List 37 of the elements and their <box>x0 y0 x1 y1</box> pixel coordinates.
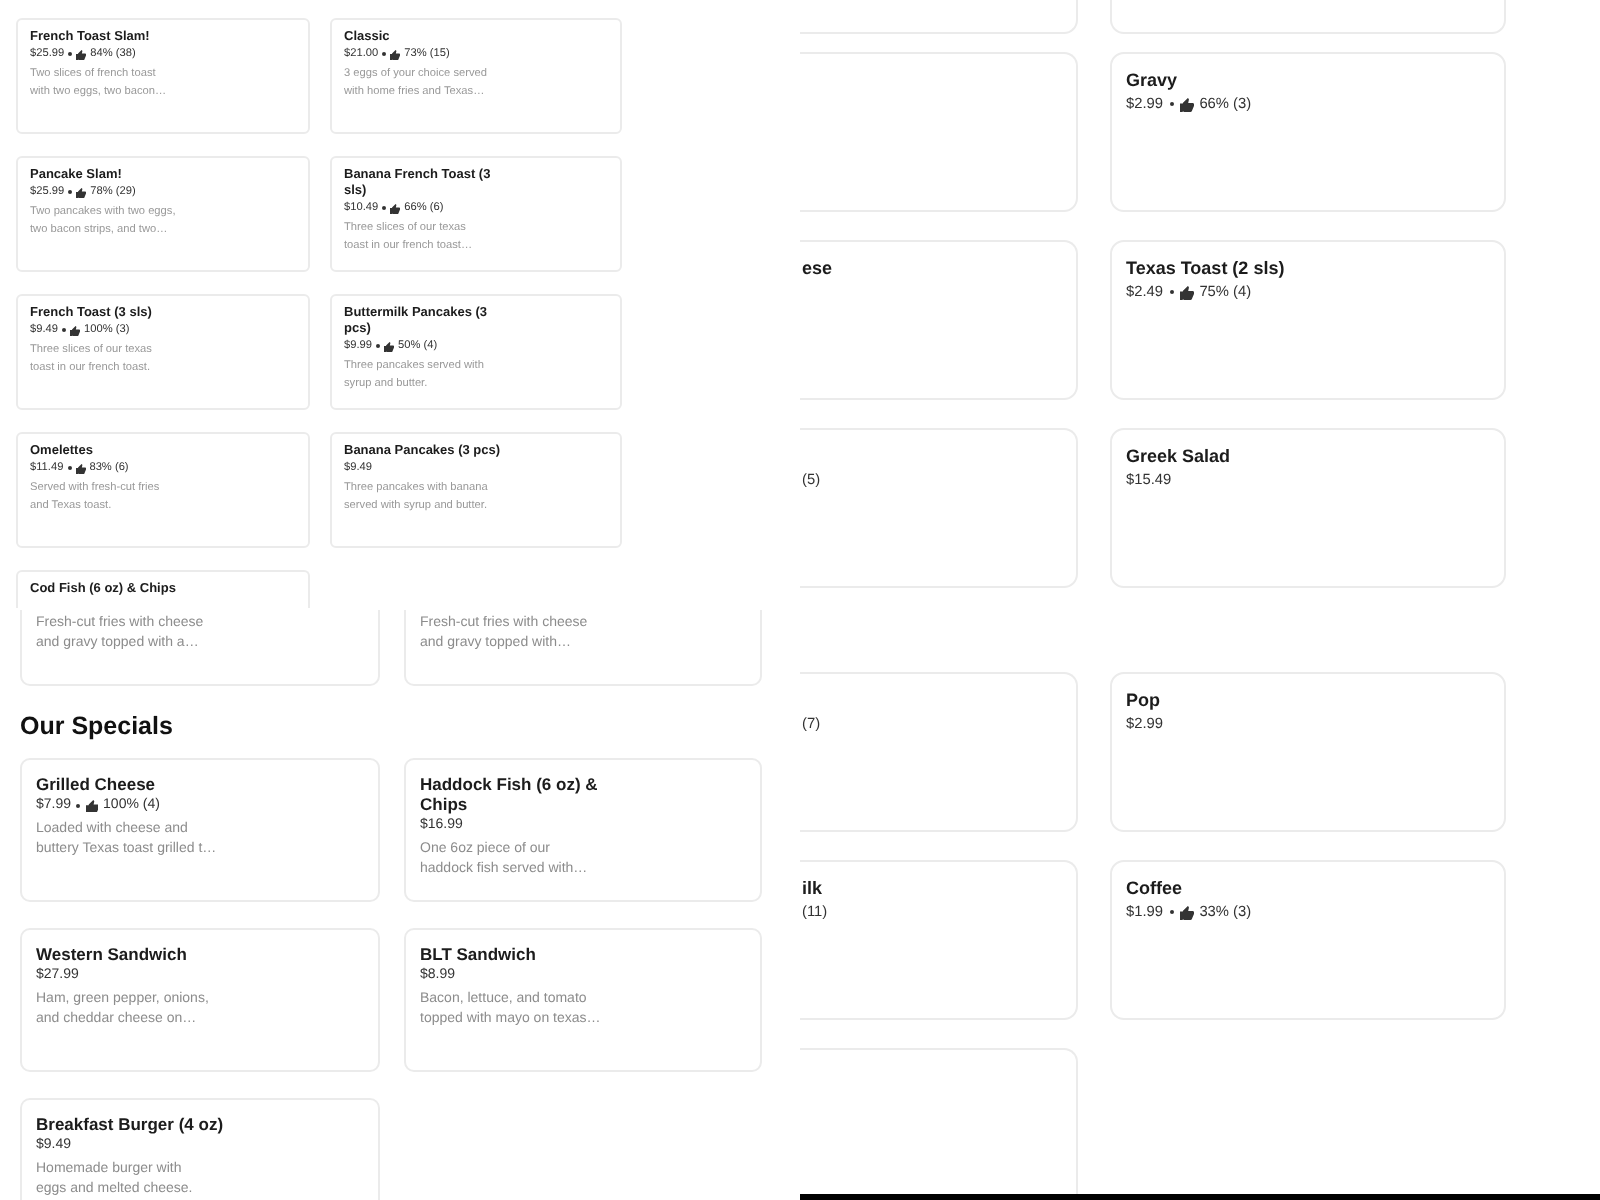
separator-dot-icon <box>1169 909 1174 915</box>
separator-dot-icon <box>382 52 387 56</box>
dish-title: Haddock Fish (6 oz) & Chips <box>420 774 600 814</box>
thumbs-up-icon <box>384 341 394 351</box>
dish-title: ilk <box>802 878 825 900</box>
separator-dot-icon <box>382 206 387 210</box>
thumbs-up-icon <box>1179 905 1194 919</box>
dish-title: Pop <box>1126 690 1162 712</box>
thumbs-up-icon <box>76 187 87 197</box>
separator-dot-icon <box>376 344 380 348</box>
dish-title: Greek Salad <box>1126 446 1233 468</box>
menu-item-card[interactable]: ese <box>800 240 1078 400</box>
dish-title: Texas Toast (2 sls) <box>1126 258 1287 280</box>
dish-title: Gravy <box>1126 70 1180 92</box>
thumbs-up-icon <box>390 203 401 213</box>
thumbs-up-icon <box>85 799 99 813</box>
separator-dot-icon <box>68 190 73 194</box>
thumbs-up-icon <box>76 49 87 59</box>
menu-item-card[interactable] <box>800 1048 1078 1194</box>
thumbs-up-icon <box>1179 97 1194 111</box>
thumbs-up-icon <box>70 325 80 335</box>
separator-dot-icon <box>62 328 66 332</box>
dish-title: BLT Sandwich <box>420 944 538 964</box>
section-heading: Our Specials <box>20 710 175 742</box>
separator-dot-icon <box>68 52 73 56</box>
separator-dot-icon <box>67 466 72 470</box>
dish-title: Coffee <box>1126 878 1185 900</box>
dish-title: Breakfast Burger (4 oz) <box>36 1114 226 1134</box>
thumbs-up-icon <box>75 463 86 473</box>
dish-title: ese <box>802 258 835 280</box>
separator-dot-icon <box>76 804 81 808</box>
separator-dot-icon <box>1169 101 1174 107</box>
dish-title: Western Sandwich <box>36 944 189 964</box>
thumbs-up-icon <box>1179 285 1194 299</box>
dish-title: Grilled Cheese <box>36 774 158 794</box>
thumbs-up-icon <box>390 49 401 59</box>
separator-dot-icon <box>1169 289 1174 295</box>
